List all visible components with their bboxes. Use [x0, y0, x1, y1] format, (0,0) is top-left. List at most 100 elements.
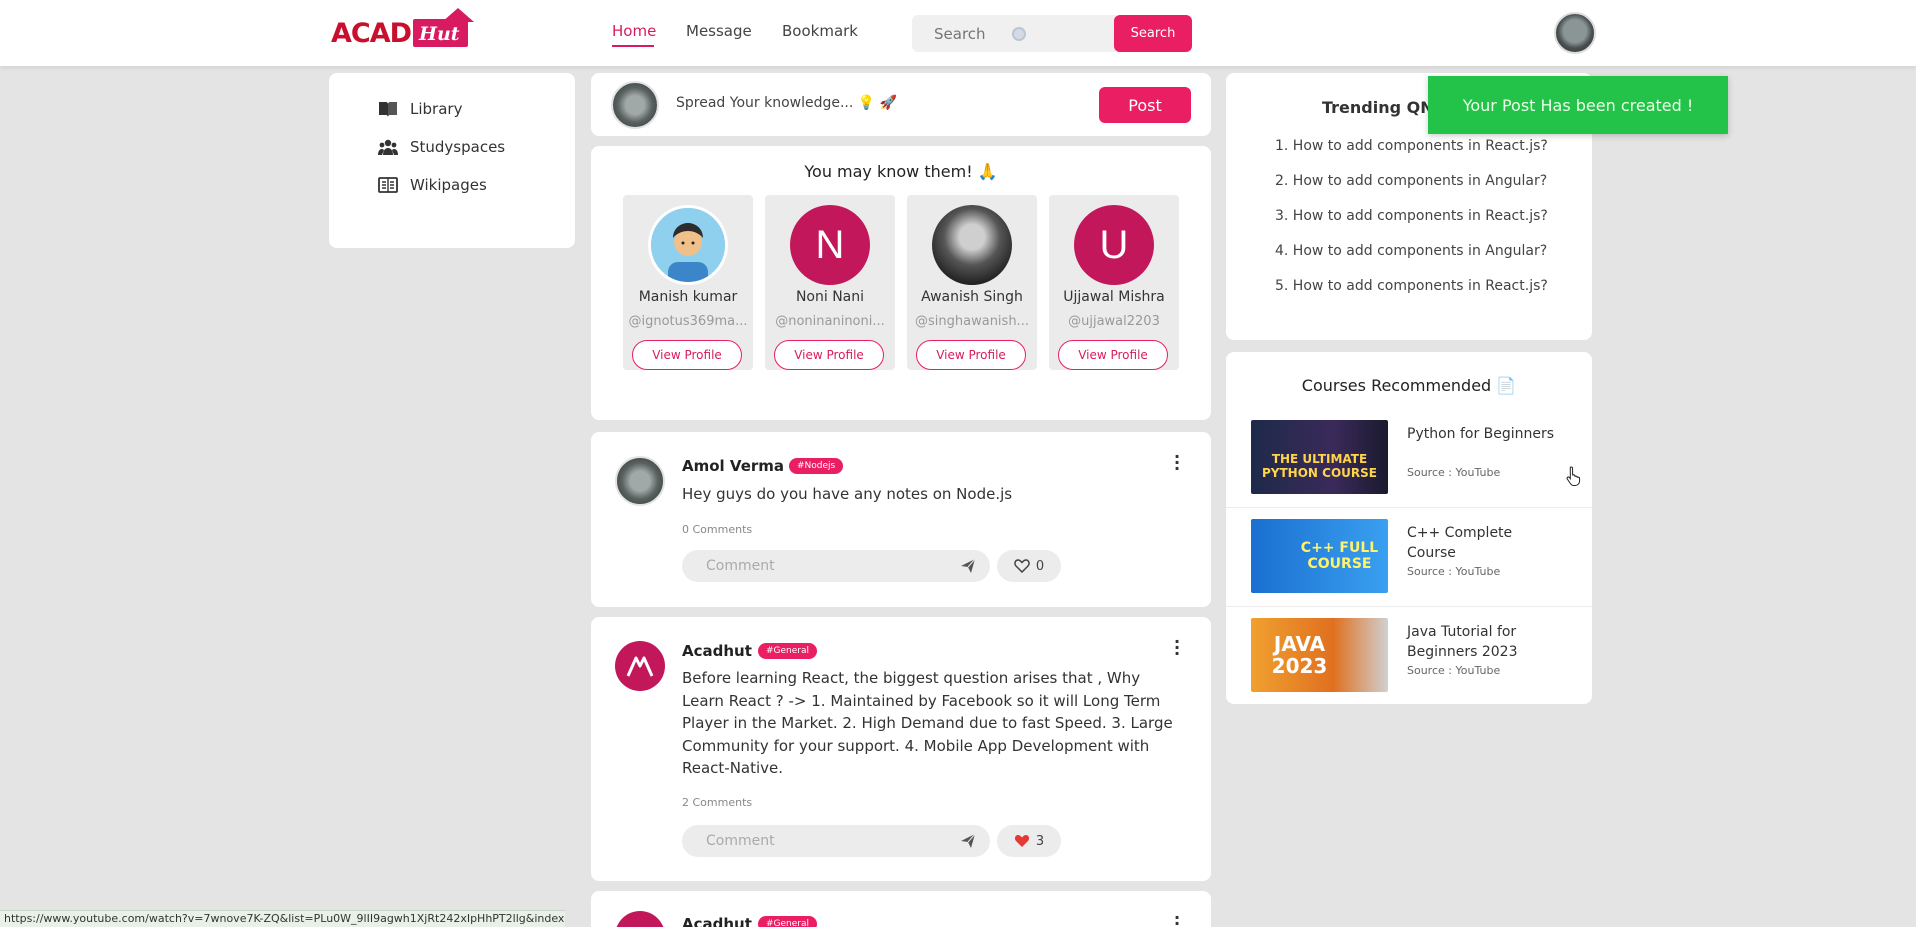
logo-text: ACAD — [331, 17, 412, 49]
nav-active-indicator — [612, 45, 654, 47]
course-name[interactable]: Python for Beginners — [1407, 424, 1557, 444]
post-tag[interactable]: #Nodejs — [789, 458, 844, 474]
like-button[interactable]: 0 — [997, 550, 1061, 582]
course-thumbnail[interactable]: C++ FULL COURSE — [1251, 519, 1388, 593]
person-handle: @singhawanish... — [915, 314, 1029, 329]
more-options-icon[interactable]: · · — [1174, 910, 1180, 927]
send-icon[interactable] — [960, 833, 976, 849]
send-icon[interactable] — [960, 558, 976, 574]
trending-item[interactable]: 2. How to add components in Angular? — [1275, 173, 1547, 189]
course-source: Source : YouTube — [1407, 466, 1501, 479]
cartoon-avatar-icon — [651, 208, 725, 282]
course-source: Source : YouTube — [1407, 565, 1501, 578]
person-name: Ujjawal Mishra — [1063, 289, 1165, 305]
post-tag[interactable]: #General — [758, 916, 818, 927]
sidebar-item-studyspaces[interactable]: Studyspaces — [378, 138, 505, 156]
composer-input[interactable]: Spread Your knowledge... 💡 🚀 — [676, 95, 897, 111]
suggestions-title: You may know them! 🙏 — [804, 162, 998, 181]
course-item[interactable]: JAVA 2023 Java Tutorial for Beginners 20… — [1226, 618, 1592, 717]
comment-input[interactable]: Comment — [682, 550, 990, 582]
person-avatar: N — [790, 205, 870, 285]
success-toast[interactable]: Your Post Has been created ! — [1428, 76, 1728, 134]
feed-post: Acadhut #General · · · Before learning Rea… — [591, 617, 1211, 881]
view-profile-button[interactable]: View Profile — [774, 340, 884, 370]
more-options-icon[interactable]: · · · — [1174, 449, 1180, 477]
course-thumbnail[interactable]: JAVA 2023 — [1251, 618, 1388, 692]
composer-avatar — [611, 81, 659, 129]
like-count: 0 — [1035, 558, 1045, 574]
comments-count[interactable]: 2 Comments — [682, 796, 752, 809]
post-author[interactable]: Acadhut — [682, 915, 752, 927]
search-button[interactable]: Search — [1114, 15, 1192, 52]
logo-hut-badge: Hut — [413, 8, 474, 47]
person-avatar — [648, 205, 728, 285]
view-profile-button[interactable]: View Profile — [632, 340, 742, 370]
comment-placeholder: Comment — [706, 558, 775, 574]
person-card: U Ujjawal Mishra @ujjawal2203 View Profi… — [1049, 195, 1179, 370]
search-indicator-icon — [1012, 26, 1026, 41]
sidebar-item-label: Studyspaces — [410, 138, 506, 156]
person-handle: @noninaninoni... — [775, 314, 885, 329]
author-avatar[interactable] — [615, 456, 665, 506]
person-handle: @ujjawal2203 — [1068, 314, 1160, 329]
post-composer: Spread Your knowledge... 💡 🚀 Post — [591, 73, 1211, 136]
people-suggestions-card: You may know them! 🙏 Manish kumar @ignot… — [591, 146, 1211, 420]
post-author[interactable]: Acadhut — [682, 642, 752, 660]
sidebar-item-wikipages[interactable]: Wikipages — [378, 176, 487, 194]
person-name: Awanish Singh — [921, 289, 1023, 305]
acadhut-logo[interactable]: ACAD Hut — [331, 8, 474, 54]
trending-item[interactable]: 4. How to add components in Angular? — [1275, 243, 1547, 259]
sidebar-item-library[interactable]: Library — [378, 100, 462, 118]
post-button[interactable]: Post — [1099, 87, 1191, 123]
feed-post: Acadhut #General · · — [591, 891, 1211, 927]
acadhut-mark-icon — [626, 656, 654, 677]
heart-outline-icon — [1014, 559, 1030, 573]
trending-item[interactable]: 5. How to add components in React.js? — [1275, 278, 1548, 294]
course-item[interactable]: THE ULTIMATE PYTHON COURSE Python for Be… — [1226, 420, 1592, 519]
like-count: 3 — [1035, 833, 1045, 849]
top-navbar: ACAD Hut Home Message Bookmark Search — [0, 0, 1916, 66]
feed-post: Amol Verma #Nodejs · · · Hey guys do you h… — [591, 432, 1211, 607]
like-button[interactable]: 3 — [997, 825, 1061, 857]
person-card: Awanish Singh @singhawanish... View Prof… — [907, 195, 1037, 370]
view-profile-button[interactable]: View Profile — [916, 340, 1026, 370]
courses-title: Courses Recommended 📄 — [1301, 376, 1517, 395]
author-avatar[interactable] — [615, 641, 665, 691]
course-name[interactable]: C++ Complete Course — [1407, 523, 1557, 563]
search-input[interactable] — [934, 24, 1004, 43]
post-author[interactable]: Amol Verma — [682, 457, 784, 475]
person-avatar: U — [1074, 205, 1154, 285]
course-name[interactable]: Java Tutorial for Beginners 2023 — [1407, 622, 1557, 662]
person-card: Manish kumar @ignotus369ma... View Profi… — [623, 195, 753, 370]
post-tag[interactable]: #General — [758, 643, 818, 659]
nav-home[interactable]: Home — [612, 22, 656, 40]
person-card: N Noni Nani @noninaninoni... View Profil… — [765, 195, 895, 370]
post-body: Before learning React, the biggest quest… — [682, 669, 1173, 777]
user-avatar[interactable] — [1554, 12, 1596, 54]
more-options-icon[interactable]: · · · — [1174, 634, 1180, 662]
search-field[interactable] — [912, 15, 1116, 52]
view-profile-button[interactable]: View Profile — [1058, 340, 1168, 370]
person-handle: @ignotus369ma... — [628, 314, 748, 329]
author-avatar[interactable] — [615, 911, 665, 927]
course-item[interactable]: C++ FULL COURSE C++ Complete Course Sour… — [1226, 519, 1592, 618]
person-name: Noni Nani — [795, 289, 865, 305]
divider — [1226, 606, 1592, 607]
sidebar-item-label: Wikipages — [410, 176, 487, 194]
book-icon — [379, 102, 397, 117]
comment-input[interactable]: Comment — [682, 825, 990, 857]
post-body: Hey guys do you have any notes on Node.j… — [682, 485, 1013, 503]
hand-pointer-icon — [1566, 466, 1581, 486]
comment-placeholder: Comment — [706, 833, 775, 849]
course-thumbnail[interactable]: THE ULTIMATE PYTHON COURSE — [1251, 420, 1388, 494]
divider — [1226, 507, 1592, 508]
comments-count[interactable]: 0 Comments — [682, 523, 752, 536]
trending-item[interactable]: 1. How to add components in React.js? — [1275, 138, 1548, 154]
heart-filled-icon — [1014, 835, 1029, 847]
sidebar-item-label: Library — [410, 100, 463, 118]
trending-item[interactable]: 3. How to add components in React.js? — [1275, 208, 1548, 224]
sidebar: Library Studyspaces Wikipages — [329, 73, 575, 248]
nav-message[interactable]: Message — [686, 22, 752, 40]
nav-bookmark[interactable]: Bookmark — [782, 22, 858, 40]
group-icon — [378, 139, 398, 155]
